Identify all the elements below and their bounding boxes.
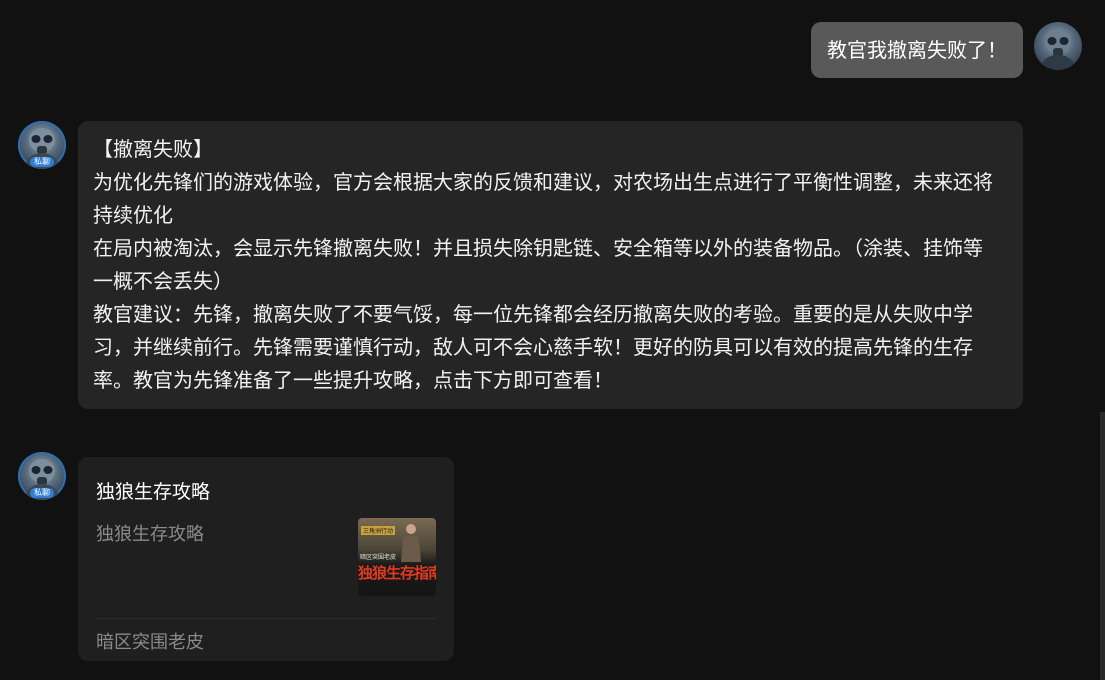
- bot-badge: 私聊: [30, 488, 54, 498]
- gasmask-avatar-icon: [1040, 30, 1076, 70]
- user-avatar[interactable]: [1034, 22, 1082, 70]
- user-message-text: 教官我撤离失败了！: [827, 38, 1007, 62]
- thumbnail-subtitle: 暗区突围老皮: [360, 554, 397, 561]
- bot-message-line: 教官建议：先锋，撤离失败了不要气馁，每一位先锋都会经历撤离失败的考验。重要的是从…: [93, 302, 973, 392]
- bot-message-line: 【撤离失败】: [93, 137, 213, 161]
- card-description: 独狼生存攻略: [96, 524, 204, 545]
- card-thumbnail[interactable]: 三角洲行动 暗区突围老皮 独狼生存指南: [358, 518, 436, 596]
- bot-message-bubble: 【撤离失败】 为优化先锋们的游戏体验，官方会根据大家的反馈和建议，对农场出生点进…: [78, 121, 1023, 409]
- scrollbar[interactable]: [1100, 412, 1105, 680]
- card-divider: [96, 618, 436, 619]
- thumbnail-tag: 三角洲行动: [361, 526, 396, 535]
- card-title: 独狼生存攻略: [96, 481, 211, 503]
- user-message-bubble: 教官我撤离失败了！: [811, 22, 1023, 78]
- bot-avatar[interactable]: 私聊: [18, 452, 66, 500]
- bot-message-line: 在局内被淘汰，会显示先锋撤离失败！并且损失除钥匙链、安全箱等以外的装备物品。（涂…: [93, 236, 983, 293]
- card-footer-source: 暗区突围老皮: [96, 632, 204, 653]
- bot-badge: 私聊: [30, 157, 54, 167]
- thumbnail-title: 独狼生存指南: [358, 564, 436, 582]
- bot-avatar[interactable]: 私聊: [18, 121, 66, 169]
- bot-message-line: 为优化先锋们的游戏体验，官方会根据大家的反馈和建议，对农场出生点进行了平衡性调整…: [93, 170, 993, 227]
- chat-page: 教官我撤离失败了！ 私聊 【撤离失败】 为优化先锋们的游戏体验，官方会根据大家的…: [0, 0, 1105, 680]
- soldier-figure-icon: [401, 524, 421, 562]
- guide-link-card[interactable]: 独狼生存攻略 独狼生存攻略 三角洲行动 暗区突围老皮 独狼生存指南 暗区突围老皮: [78, 457, 454, 661]
